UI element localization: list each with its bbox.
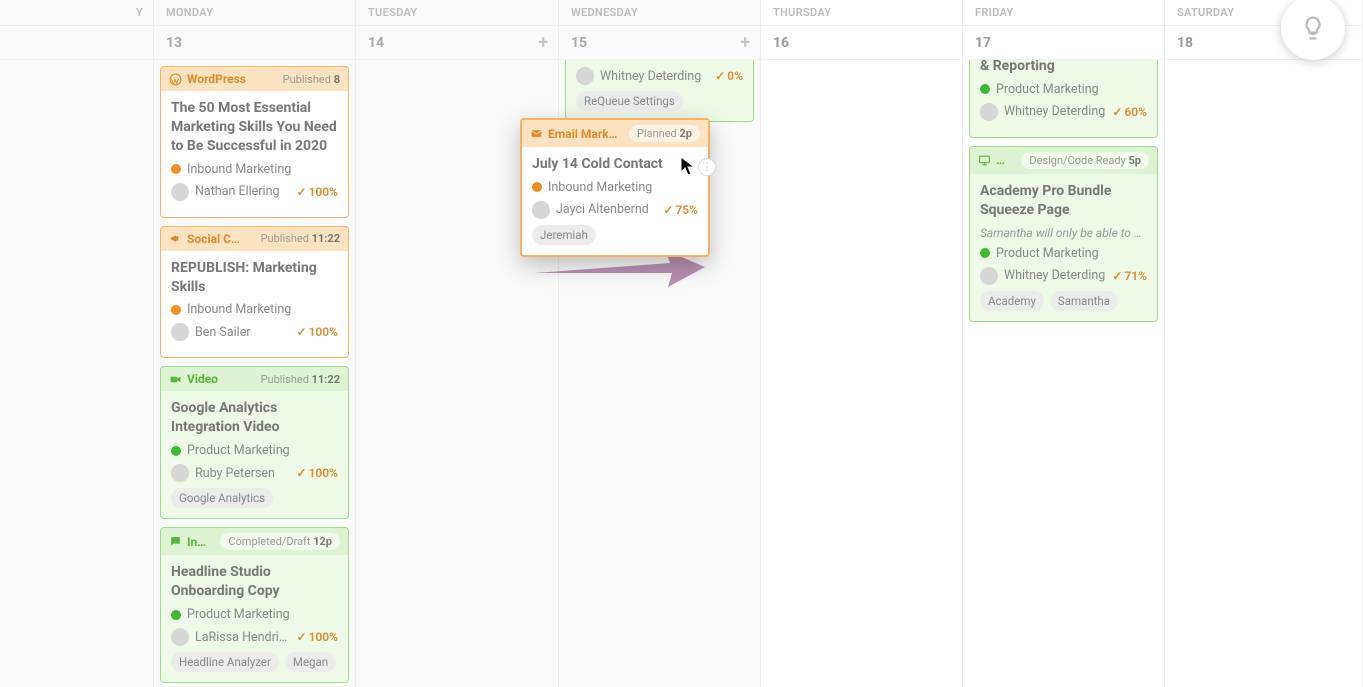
date-row [0,26,153,60]
day-column-wednesday[interactable]: WEDNESDAY 15 + Whitney Deterding✓0% ReQu… [559,0,761,687]
progress-badge: ✓100% [297,185,338,199]
category-dot [171,164,181,174]
content-card[interactable]: … Design/Code Ready 5p Academy Pro Bundl… [969,146,1158,322]
calendar-week-view: Y MONDAY 13 WordPress Published 8 The 50… [0,0,1363,687]
lightbulb-icon [1299,14,1327,42]
content-card[interactable]: Whitney Deterding✓0% ReQueue Settings [565,60,754,122]
tag[interactable]: Google Analytics [171,488,273,508]
add-icon[interactable]: + [538,32,548,53]
video-icon [169,373,182,386]
card-menu-button[interactable]: ⋮ [698,158,716,176]
day-column-sunday: Y [0,0,154,687]
day-column-friday[interactable]: FRIDAY 17 & Reporting Product Marketing … [963,0,1165,687]
wordpress-icon [169,73,182,86]
add-icon[interactable]: + [740,32,750,53]
day-column-saturday[interactable]: SATURDAY 18 [1165,0,1363,687]
day-column-monday[interactable]: MONDAY 13 WordPress Published 8 The 50 M… [154,0,356,687]
content-card[interactable]: Video Published 11:22 Google Analytics I… [160,366,349,519]
email-icon [530,127,543,140]
mouse-cursor-icon [680,156,696,176]
avatar [171,183,189,201]
content-card[interactable]: & Reporting Product Marketing Whitney De… [969,60,1158,138]
chat-icon [169,535,182,548]
content-card[interactable]: In… Completed/Draft 12p Headline Studio … [160,527,349,683]
dragging-card[interactable]: Email Mark… Planned 2p July 14 Cold Cont… [520,118,710,257]
content-card[interactable]: WordPress Published 8 The 50 Most Essent… [160,66,349,218]
day-column-thursday[interactable]: THURSDAY 16 [761,0,963,687]
day-column-tuesday[interactable]: TUESDAY 14 + [356,0,559,687]
day-header: Y [0,0,153,26]
content-card[interactable]: Social C… Published 11:22 REPUBLISH: Mar… [160,226,349,359]
monitor-icon [978,154,991,167]
megaphone-icon [169,232,182,245]
